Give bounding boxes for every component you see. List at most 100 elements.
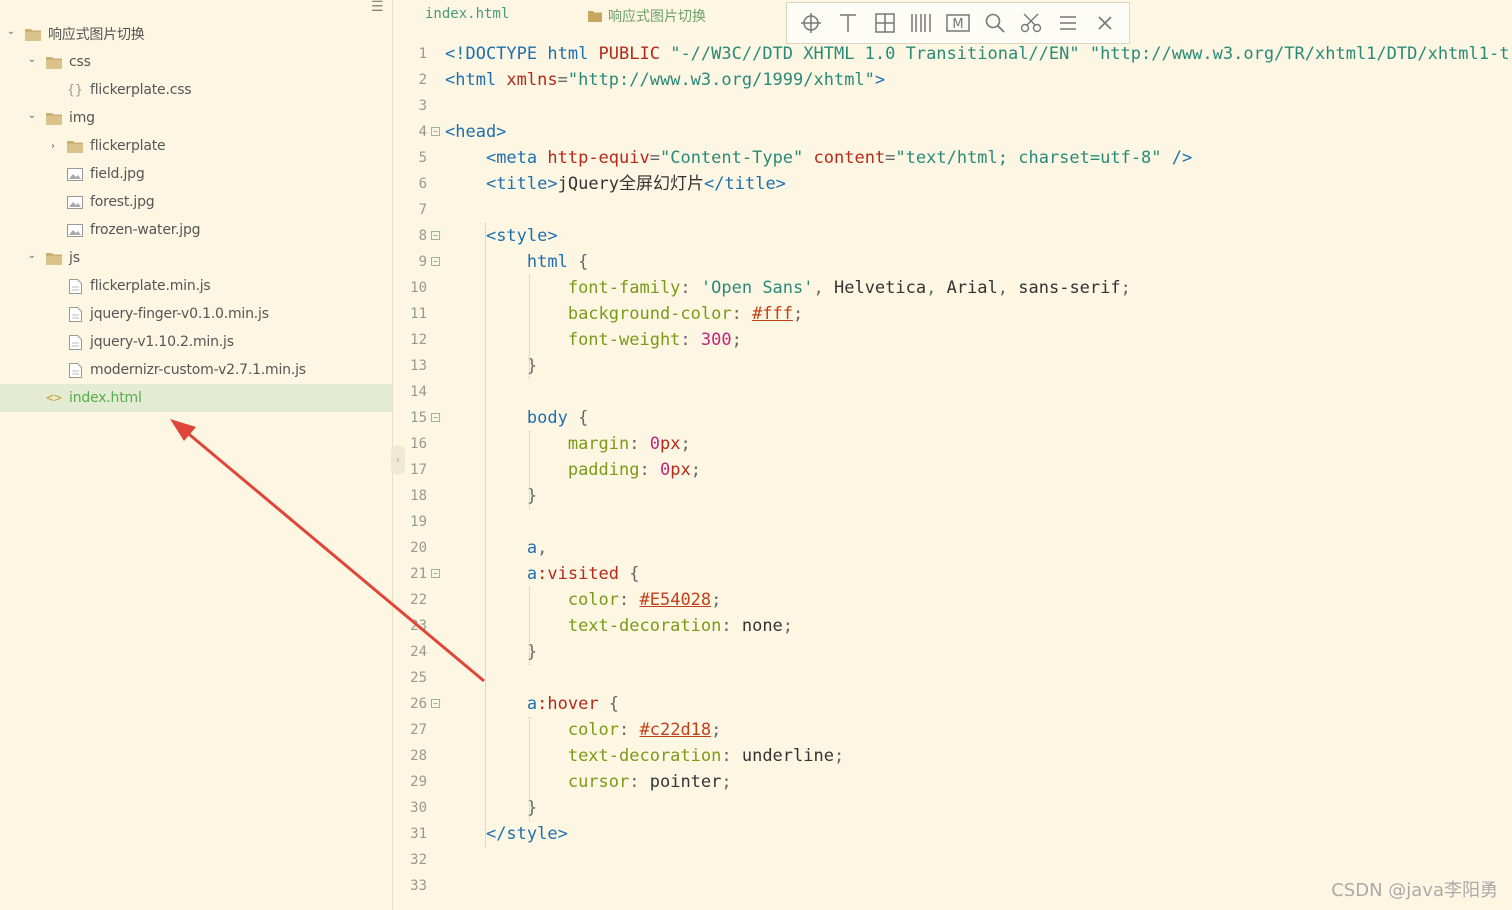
code-token: underline xyxy=(741,746,834,766)
line-number: 1 xyxy=(418,46,427,62)
line-number: 20 xyxy=(410,540,427,556)
code-token: = xyxy=(885,148,896,168)
code-line: 9− html { xyxy=(394,249,1512,275)
image-file-icon xyxy=(66,222,84,238)
crosshair-icon[interactable] xyxy=(797,9,825,37)
code-text: <!DOCTYPE html PUBLIC "-//W3C//DTD XHTML… xyxy=(445,41,1512,67)
tab-index-html[interactable]: index.html xyxy=(425,6,509,22)
code-line: 29 cursor: pointer; xyxy=(394,769,1512,795)
code-token: <html xyxy=(445,70,507,90)
tree-item[interactable]: ›jquery-v1.10.2.min.js xyxy=(0,328,392,356)
code-line: 18 } xyxy=(394,483,1512,509)
code-token: font-family xyxy=(567,278,681,298)
image-file-icon xyxy=(66,194,84,210)
tree-item[interactable]: ›forest.jpg xyxy=(0,188,392,216)
tree-item-label: jquery-finger-v0.1.0.min.js xyxy=(90,306,269,322)
code-text: } xyxy=(445,353,537,379)
code-text: font-weight: 300; xyxy=(445,327,742,353)
tree-item[interactable]: ›flickerplate.min.js xyxy=(0,272,392,300)
close-icon[interactable] xyxy=(1091,9,1119,37)
code-token: { xyxy=(608,694,620,714)
folder-icon xyxy=(45,250,63,266)
code-token: html xyxy=(526,252,579,272)
css-file-icon: {} xyxy=(67,82,83,98)
fold-toggle-icon[interactable]: − xyxy=(431,699,440,708)
code-line: 4− <head> xyxy=(394,119,1512,145)
chevron-down-icon[interactable]: ⌄ xyxy=(4,26,18,37)
code-token: http-equiv xyxy=(547,148,650,168)
tree-item[interactable]: ⌄ css xyxy=(0,48,392,76)
cut-icon[interactable] xyxy=(1017,9,1045,37)
menu-icon[interactable] xyxy=(1054,9,1082,37)
tab-folder[interactable]: 响应式图片切换 xyxy=(588,6,706,26)
text-icon[interactable] xyxy=(834,9,862,37)
tree-item[interactable]: ›<>index.html xyxy=(0,384,392,412)
code-text: a:visited { xyxy=(445,561,640,587)
sidebar-collapse-handle[interactable]: ‹ xyxy=(391,445,405,475)
code-token: ; xyxy=(721,772,732,792)
code-line: 8− <style> xyxy=(394,223,1512,249)
code-token: 'Open Sans' xyxy=(700,278,814,298)
line-number: 30 xyxy=(410,800,427,816)
fold-toggle-icon[interactable]: − xyxy=(431,231,440,240)
chevron-down-icon[interactable]: ⌄ xyxy=(25,250,39,261)
tree-item[interactable]: › flickerplate xyxy=(0,132,392,160)
code-text: } xyxy=(445,639,537,665)
code-token: ; xyxy=(1120,278,1131,298)
tree-item[interactable]: ›modernizr-custom-v2.7.1.min.js xyxy=(0,356,392,384)
chevron-down-icon[interactable]: ⌄ xyxy=(25,110,39,121)
tree-item[interactable]: ⌄ img xyxy=(0,104,392,132)
fold-toggle-icon[interactable]: − xyxy=(431,569,440,578)
tree-item-label: forest.jpg xyxy=(90,194,155,210)
code-token: , xyxy=(813,278,834,298)
grid-icon[interactable] xyxy=(871,9,899,37)
tree-item-label: flickerplate xyxy=(90,138,166,154)
line-number: 21 xyxy=(410,566,427,582)
code-token: text-decoration xyxy=(567,616,722,636)
fold-toggle-icon[interactable]: − xyxy=(431,257,440,266)
tree-item[interactable]: ›{}flickerplate.css xyxy=(0,76,392,104)
line-number: 4 xyxy=(418,124,427,140)
code-token: : xyxy=(619,590,640,610)
line-number: 8 xyxy=(418,228,427,244)
fold-toggle-icon[interactable]: − xyxy=(431,413,440,422)
code-token: : xyxy=(680,330,701,350)
tree-item[interactable]: ⌄ 响应式图片切换 xyxy=(0,20,392,48)
code-line: 6 <title>jQuery全屏幻灯片</title> xyxy=(394,171,1512,197)
code-token: = xyxy=(557,70,568,90)
fold-toggle-icon[interactable]: − xyxy=(431,127,440,136)
line-number: 14 xyxy=(410,384,427,400)
code-token: { xyxy=(578,408,589,428)
code-token: px xyxy=(670,460,691,480)
file-icon xyxy=(66,278,84,294)
watermark: CSDN @java李阳勇 xyxy=(1331,880,1498,901)
code-line: 10 font-family: 'Open Sans', Helvetica, … xyxy=(394,275,1512,301)
columns-icon[interactable] xyxy=(907,9,935,37)
tree-item[interactable]: ›frozen-water.jpg xyxy=(0,216,392,244)
sidebar-menu-icon[interactable]: ☰ xyxy=(371,0,384,14)
code-token: 0 xyxy=(659,460,671,480)
code-editor[interactable]: index.html 响应式图片切换 1 <!DOCTYPE html PUBLI… xyxy=(394,0,1512,910)
chevron-down-icon[interactable]: ⌄ xyxy=(25,54,39,65)
tree-item[interactable]: ›jquery-finger-v0.1.0.min.js xyxy=(0,300,392,328)
indent-guide xyxy=(529,587,530,665)
code-token: 0 xyxy=(649,434,660,454)
code-token: content xyxy=(813,148,886,168)
code-token: html xyxy=(547,44,599,64)
chevron-right-icon[interactable]: › xyxy=(46,141,60,152)
tree-item[interactable]: ›field.jpg xyxy=(0,160,392,188)
tree-item[interactable]: ⌄ js xyxy=(0,244,392,272)
code-line: 24 } xyxy=(394,639,1512,665)
file-icon xyxy=(66,306,84,322)
code-line: 5 <meta http-equiv="Content-Type" conten… xyxy=(394,145,1512,171)
line-number: 9 xyxy=(418,254,427,270)
code-text: <title>jQuery全屏幻灯片</title> xyxy=(445,171,786,197)
markdown-icon[interactable]: M xyxy=(944,9,972,37)
code-line: 31 </style> xyxy=(394,821,1512,847)
search-icon[interactable] xyxy=(981,9,1009,37)
line-number: 13 xyxy=(410,358,427,374)
code-line: 15− body { xyxy=(394,405,1512,431)
